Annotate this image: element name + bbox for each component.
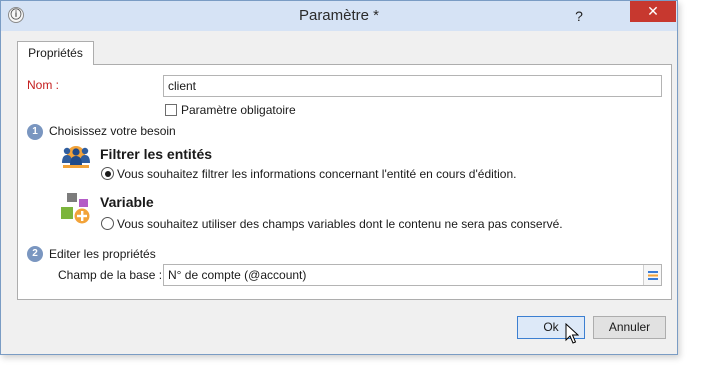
radio-selected-dot (104, 170, 111, 177)
list-icon (648, 271, 658, 280)
option-variable-radio[interactable] (101, 217, 114, 230)
option-variable-text[interactable]: Vous souhaitez utiliser des champs varia… (117, 217, 563, 231)
tab-proprietes[interactable]: Propriétés (17, 41, 94, 65)
mandatory-label[interactable]: Paramètre obligatoire (181, 103, 296, 117)
option-filter-radio[interactable] (101, 167, 114, 180)
option-variable-heading: Variable (100, 194, 154, 210)
section1-title: Choisissez votre besoin (49, 124, 176, 138)
name-input[interactable]: client (163, 75, 662, 97)
dialog-window: ⓘ Paramètre * ? ✕ Propriétés Nom : clien… (0, 0, 678, 355)
option-filter-text[interactable]: Vous souhaitez filtrer les informations … (117, 167, 516, 181)
database-field-value: N° de compte (@account) (168, 268, 307, 282)
step-badge-1: 1 (27, 124, 43, 140)
close-button[interactable]: ✕ (630, 1, 676, 22)
option-filter-heading: Filtrer les entités (100, 146, 213, 162)
help-button[interactable]: ? (566, 7, 592, 25)
mouse-cursor-icon (565, 322, 580, 348)
step-badge-2: 2 (27, 246, 43, 262)
mandatory-checkbox[interactable] (165, 104, 177, 116)
cancel-button[interactable]: Annuler (593, 316, 666, 339)
people-icon (60, 143, 92, 176)
field-picker-button[interactable] (643, 265, 661, 285)
variable-icon (60, 192, 92, 227)
name-label: Nom : (27, 78, 60, 92)
properties-panel: Nom : client Paramètre obligatoire 1 Cho… (17, 64, 672, 300)
field-label: Champ de la base : (58, 268, 163, 282)
database-field-input[interactable]: N° de compte (@account) (163, 264, 662, 286)
section2-title: Editer les propriétés (49, 247, 156, 261)
title-bar[interactable]: ⓘ Paramètre * ? ✕ (1, 1, 677, 31)
